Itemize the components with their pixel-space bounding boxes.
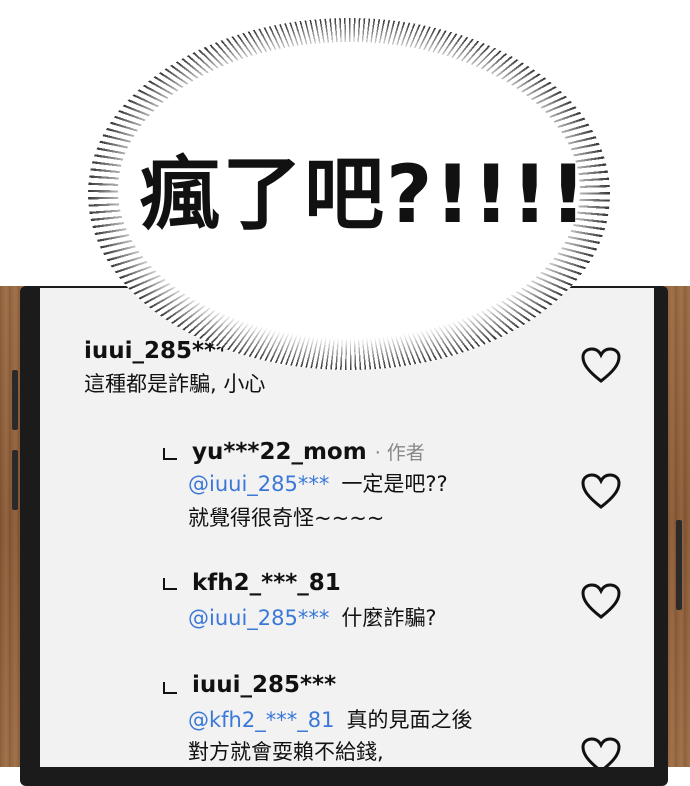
reply-arrow-icon	[163, 682, 177, 694]
mention-link[interactable]: @kfh2_***_81	[188, 708, 334, 732]
mention-link[interactable]: @iuui_285***	[188, 606, 329, 630]
comment-text: 這種都是詐騙, 小心	[84, 372, 266, 396]
reply-text-line: @iuui_285*** 什麼詐騙?	[188, 602, 437, 634]
reply-arrow-icon	[163, 448, 177, 460]
reply-arrow-icon	[163, 578, 177, 590]
reply-text-line: 對方就會耍賴不給錢,	[188, 740, 384, 764]
phone-side-button	[676, 520, 682, 610]
reply-text: 一定是吧??	[341, 472, 448, 496]
heart-outline-icon[interactable]	[580, 582, 622, 620]
phone-side-button	[12, 450, 18, 510]
reply-username[interactable]: yu***22_mom · 作者	[192, 438, 425, 465]
reply-username[interactable]: kfh2_***_81	[192, 570, 341, 596]
reply-text-line: @iuui_285*** 一定是吧??	[188, 468, 448, 500]
heart-outline-icon[interactable]	[580, 346, 622, 384]
heart-outline-icon[interactable]	[580, 736, 622, 767]
speech-bubble-text: 瘋了吧?!!!!	[140, 148, 589, 241]
reply-text-line: @kfh2_***_81 真的見面之後	[188, 704, 472, 736]
reply-text: 什麼詐騙?	[341, 606, 437, 630]
reply-text: 真的見面之後	[346, 708, 473, 732]
phone-side-button	[12, 370, 18, 430]
author-badge: · 作者	[374, 442, 425, 464]
mention-link[interactable]: @iuui_285***	[188, 472, 329, 496]
reply-text-line: 就覺得很奇怪~~~~	[188, 506, 385, 530]
heart-outline-icon[interactable]	[580, 472, 622, 510]
reply-username[interactable]: iuui_285***	[192, 672, 336, 698]
reply-username-text: yu***22_mom	[192, 439, 367, 465]
comment-username[interactable]: iuui_285***	[84, 338, 228, 364]
